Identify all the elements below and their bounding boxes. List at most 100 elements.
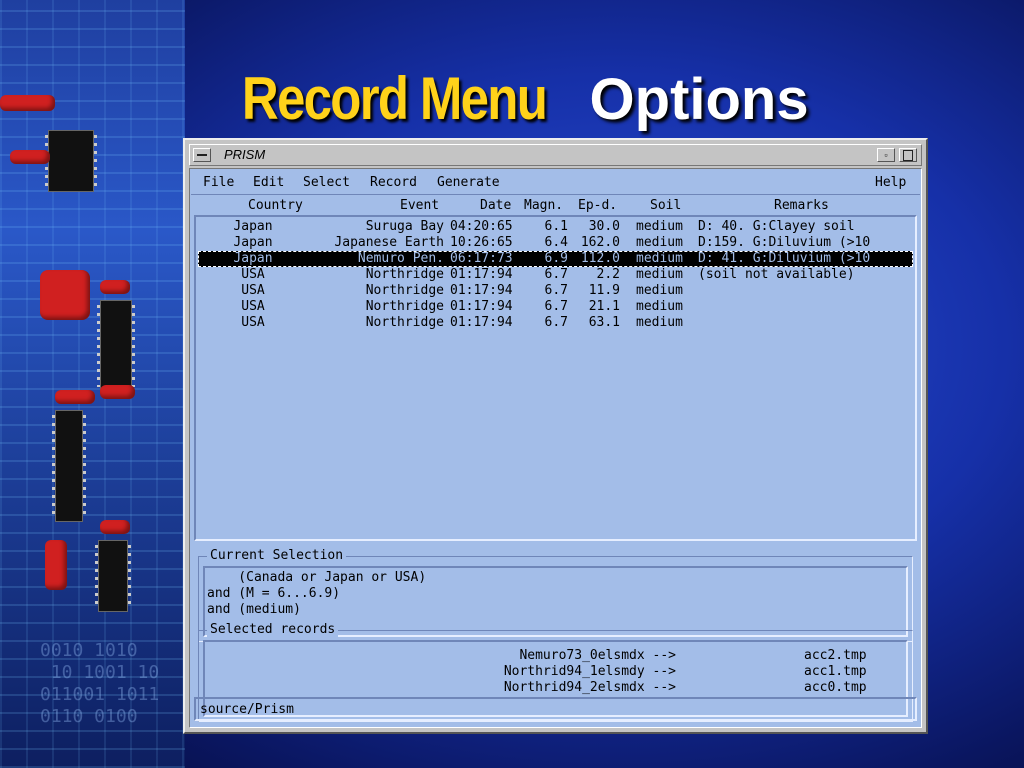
cell-epd: 63.1 bbox=[588, 315, 620, 330]
window-titlebar[interactable]: PRISM ▫ bbox=[189, 144, 922, 166]
cell-event: Nemuro Pen. bbox=[357, 251, 444, 266]
cell-country: USA bbox=[241, 315, 265, 330]
chip-icon bbox=[97, 300, 135, 392]
cell-country: USA bbox=[241, 283, 265, 298]
cell-soil: medium bbox=[636, 219, 683, 234]
table-row[interactable]: USA Northridge 01:17:94 6.7 63.1 medium bbox=[198, 315, 913, 331]
chip-icon bbox=[52, 410, 86, 522]
cell-date: 06:17:73 bbox=[450, 251, 513, 266]
cell-event: Suruga Bay bbox=[365, 219, 444, 234]
cell-event: Northridge bbox=[365, 315, 444, 330]
minus-icon bbox=[197, 154, 207, 156]
cell-soil: medium bbox=[636, 283, 683, 298]
capacitor-icon bbox=[40, 270, 90, 320]
slide-title-highlight: Record Menu bbox=[242, 65, 548, 132]
cell-soil: medium bbox=[636, 251, 683, 266]
capacitor-icon bbox=[55, 390, 95, 404]
cell-magn: 6.7 bbox=[544, 283, 568, 298]
chip-icon bbox=[95, 540, 131, 612]
menu-bar: File Edit Select Record Generate Help bbox=[191, 170, 920, 195]
table-row[interactable]: Japan Japanese Earth 10:26:65 6.4 162.0 mediu… bbox=[198, 235, 913, 251]
cell-remarks: D: 41. G:Diluvium (>10 bbox=[698, 251, 871, 266]
selected-record-target: acc0.tmp bbox=[804, 680, 867, 695]
table-row[interactable]: USA Northridge 01:17:94 6.7 2.2 medium (soil n… bbox=[198, 267, 913, 283]
table-row[interactable]: USA Northridge 01:17:94 6.7 11.9 medium bbox=[198, 283, 913, 299]
current-selection-label: Current Selection bbox=[207, 548, 347, 564]
header-event: Event bbox=[400, 198, 440, 213]
selected-record-source: Northrid94_2elsmdx --> bbox=[503, 680, 676, 695]
menu-file[interactable]: File bbox=[203, 175, 234, 190]
menu-generate[interactable]: Generate bbox=[437, 175, 500, 190]
cell-date: 01:17:94 bbox=[450, 267, 513, 282]
slide-title: Record Menu Options bbox=[0, 64, 1024, 133]
table-row[interactable]: Japan Suruga Bay 04:20:65 6.1 30.0 medium D: 4… bbox=[198, 219, 913, 235]
chip-icon bbox=[45, 130, 97, 192]
header-country: Country bbox=[248, 198, 303, 213]
cell-remarks: D: 40. G:Clayey soil bbox=[698, 219, 855, 234]
table-row[interactable]: Japan Nemuro Pen. 06:17:73 6.9 112.0 medium D:… bbox=[198, 251, 913, 267]
capacitor-icon bbox=[100, 385, 135, 399]
cell-soil: medium bbox=[636, 235, 683, 250]
header-soil: Soil bbox=[650, 198, 682, 213]
status-bar: source/Prism bbox=[194, 697, 917, 721]
cell-event: Northridge bbox=[365, 299, 444, 314]
menu-select[interactable]: Select bbox=[303, 175, 350, 190]
cell-date: 01:17:94 bbox=[450, 299, 513, 314]
cell-event: Northridge bbox=[365, 267, 444, 282]
maximize-button[interactable] bbox=[899, 148, 917, 162]
column-headers: Country Event Date Magn. Ep-d. Soil Rema… bbox=[194, 198, 917, 214]
header-epd: Ep-d. bbox=[578, 198, 618, 213]
header-date: Date bbox=[480, 198, 512, 213]
cell-magn: 6.4 bbox=[544, 235, 568, 250]
window-menu-button[interactable] bbox=[193, 148, 211, 162]
status-text: source/Prism bbox=[200, 702, 294, 717]
cell-remarks: D:159. G:Diluvium (>10 bbox=[698, 235, 871, 250]
window-title: PRISM bbox=[224, 147, 266, 162]
cell-magn: 6.1 bbox=[544, 219, 568, 234]
cell-epd: 30.0 bbox=[588, 219, 620, 234]
cell-epd: 112.0 bbox=[580, 251, 620, 266]
cell-soil: medium bbox=[636, 299, 683, 314]
cell-country: Japan bbox=[233, 235, 273, 250]
slide-title-rest: Options bbox=[589, 67, 809, 132]
capacitor-icon bbox=[100, 280, 130, 294]
menu-edit[interactable]: Edit bbox=[253, 175, 284, 190]
cell-date: 04:20:65 bbox=[450, 219, 513, 234]
selected-record-target: acc1.tmp bbox=[804, 664, 867, 679]
selection-line: (Canada or Japan or USA) bbox=[207, 570, 427, 585]
cell-magn: 6.7 bbox=[544, 315, 568, 330]
cell-remarks: (soil not available) bbox=[698, 267, 855, 282]
capacitor-icon bbox=[45, 540, 67, 590]
prism-window: PRISM ▫ File Edit Select Record Generate… bbox=[183, 138, 928, 734]
table-row[interactable]: USA Northridge 01:17:94 6.7 21.1 medium bbox=[198, 299, 913, 315]
selected-record-source: Northrid94_1elsmdy --> bbox=[503, 664, 676, 679]
cell-epd: 162.0 bbox=[580, 235, 620, 250]
cell-epd: 2.2 bbox=[596, 267, 620, 282]
cell-magn: 6.9 bbox=[544, 251, 568, 266]
cell-event: Northridge bbox=[365, 283, 444, 298]
selection-line: and (medium) bbox=[207, 602, 301, 617]
selected-record-target: acc2.tmp bbox=[804, 648, 867, 663]
minimize-icon: ▫ bbox=[884, 150, 888, 160]
cell-date: 01:17:94 bbox=[450, 315, 513, 330]
cell-date: 01:17:94 bbox=[450, 283, 513, 298]
capacitor-icon bbox=[100, 520, 130, 534]
menu-record[interactable]: Record bbox=[370, 175, 417, 190]
menu-help[interactable]: Help bbox=[875, 175, 906, 190]
cell-date: 10:26:65 bbox=[450, 235, 513, 250]
minimize-button[interactable]: ▫ bbox=[877, 148, 895, 162]
header-magn: Magn. bbox=[524, 198, 564, 213]
cell-country: Japan bbox=[233, 219, 273, 234]
window-client: File Edit Select Record Generate Help Co… bbox=[189, 168, 922, 728]
records-list[interactable]: Japan Suruga Bay 04:20:65 6.1 30.0 medium D: 4… bbox=[194, 215, 917, 541]
capacitor-icon bbox=[10, 150, 50, 164]
cell-soil: medium bbox=[636, 315, 683, 330]
cell-soil: medium bbox=[636, 267, 683, 282]
cell-magn: 6.7 bbox=[544, 299, 568, 314]
binary-pattern: 0010 1010 10 1001 10 011001 1011 0110 01… bbox=[40, 640, 160, 727]
cell-magn: 6.7 bbox=[544, 267, 568, 282]
cell-epd: 11.9 bbox=[588, 283, 620, 298]
cell-epd: 21.1 bbox=[588, 299, 620, 314]
cell-event: Japanese Earth bbox=[334, 235, 444, 250]
cell-country: USA bbox=[241, 267, 265, 282]
